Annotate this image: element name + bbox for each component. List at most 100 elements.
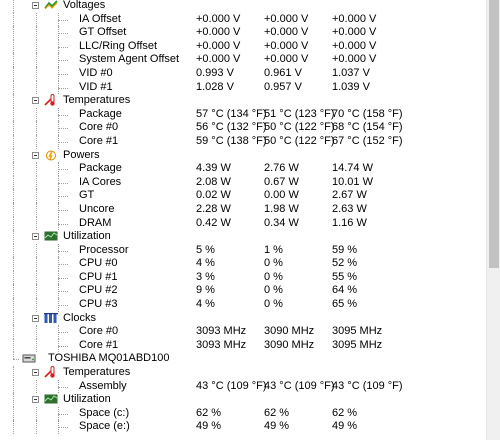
current-value: 2.28 W — [196, 202, 231, 215]
tree-line — [36, 80, 37, 95]
maximum-value: +0.000 V — [332, 12, 377, 25]
minimum-value: +0.000 V — [264, 12, 309, 25]
maximum-value: +0.000 V — [332, 39, 377, 52]
maximum-value: 68 °C (154 °F) — [332, 121, 403, 134]
maximum-value: 3095 MHz — [332, 325, 383, 338]
sensor-label: VID #0 — [79, 66, 113, 79]
current-value: 0.42 W — [196, 216, 231, 229]
group-label: Utilization — [63, 393, 111, 406]
tree-line — [58, 332, 68, 334]
sensor-row[interactable]: Core #0 56 °C (132 °F) 50 °C (122 °F) 68 °C… — [0, 121, 486, 135]
tree-line — [58, 345, 68, 347]
group-row[interactable]: Utilization — [0, 230, 486, 244]
device-row[interactable]: TOSHIBA MQ01ABD100 — [0, 352, 486, 366]
sensor-row[interactable]: IA Cores 2.08 W 0.67 W 10.01 W — [0, 175, 486, 190]
tree-line — [13, 121, 14, 135]
sensor-row[interactable]: Package 4.39 W 2.76 W 14.74 W — [0, 162, 486, 176]
group-row[interactable]: Temperatures — [0, 366, 486, 380]
group-row[interactable]: Temperatures — [0, 94, 486, 108]
sensor-label: CPU #1 — [79, 270, 118, 283]
tree-line — [13, 230, 14, 244]
tree-line — [13, 202, 14, 217]
tree-line — [36, 216, 37, 231]
group-row[interactable]: Voltages — [0, 0, 486, 13]
tree-line — [13, 53, 14, 67]
tree-line — [36, 338, 37, 353]
tree-line — [36, 12, 37, 27]
minimum-value: 62 % — [264, 406, 290, 419]
sensor-row[interactable]: LLC/Ring Offset +0.000 V +0.000 V +0.000 V — [0, 39, 486, 54]
collapse-toggle-icon[interactable] — [32, 233, 39, 241]
minimum-value: 0.961 V — [264, 66, 302, 79]
sensor-row[interactable]: CPU #1 3 % 0 % 55 % — [0, 270, 486, 285]
tree-line — [13, 406, 14, 421]
sensor-row[interactable]: Core #1 59 °C (138 °F) 50 °C (122 °F) 67 °C… — [0, 134, 486, 149]
sensor-row[interactable]: Core #1 3093 MHz 3090 MHz 3095 MHz — [0, 338, 486, 353]
tree-line — [13, 148, 14, 163]
sensor-row[interactable]: Core #0 3093 MHz 3090 MHz 3095 MHz — [0, 325, 486, 339]
scrollbar-thumb[interactable] — [489, 0, 499, 268]
sensor-row[interactable]: GT 0.02 W 0.00 W 2.67 W — [0, 189, 486, 203]
tree-line — [13, 26, 14, 40]
sensor-label: Core #1 — [79, 134, 119, 147]
thermometer-icon — [44, 366, 58, 378]
device-label: TOSHIBA MQ01ABD100 — [48, 352, 170, 365]
tree-line — [36, 39, 37, 54]
sensor-label: Core #0 — [79, 325, 119, 338]
thermometer-icon — [44, 94, 58, 106]
minimum-value: 0 % — [264, 298, 283, 311]
voltage-icon — [44, 0, 58, 11]
collapse-toggle-icon[interactable] — [32, 369, 39, 377]
group-row[interactable]: Powers — [0, 148, 486, 163]
tree-line — [13, 39, 14, 54]
collapse-toggle-icon[interactable] — [32, 151, 39, 159]
minimum-value: +0.000 V — [264, 53, 309, 66]
tree-line — [13, 175, 14, 190]
tree-line — [36, 134, 37, 149]
collapse-toggle-icon[interactable] — [32, 314, 39, 322]
current-value: +0.000 V — [196, 26, 241, 39]
vertical-scrollbar[interactable] — [486, 0, 500, 440]
minimum-value: 0.67 W — [264, 175, 299, 188]
maximum-value: 2.63 W — [332, 202, 367, 215]
current-value: 4 % — [196, 257, 215, 270]
sensor-row[interactable]: Space (c:) 62 % 62 % 62 % — [0, 406, 486, 421]
sensor-label: DRAM — [79, 216, 112, 229]
sensor-row[interactable]: VID #1 1.028 V 0.957 V 1.039 V — [0, 80, 486, 95]
sensor-row[interactable]: GT Offset +0.000 V +0.000 V +0.000 V — [0, 26, 486, 40]
group-label: Utilization — [63, 230, 111, 243]
group-row[interactable]: Utilization — [0, 393, 486, 407]
sensor-label: Space (e:) — [79, 420, 130, 433]
sensor-row[interactable]: IA Offset +0.000 V +0.000 V +0.000 V — [0, 12, 486, 27]
tree-line — [13, 257, 14, 271]
sensor-row[interactable]: CPU #2 9 % 0 % 64 % — [0, 284, 486, 299]
sensor-row[interactable]: DRAM 0.42 W 0.34 W 1.16 W — [0, 216, 486, 231]
tree-line — [13, 107, 14, 122]
minimum-value: 50 °C (122 °F) — [264, 121, 335, 134]
tree-line — [13, 134, 14, 149]
sensor-row[interactable]: Space (e:) 49 % 49 % 49 % — [0, 420, 486, 434]
sensor-row[interactable]: Assembly 43 °C (109 °F) 43 °C (109 °F) 43 °… — [0, 379, 486, 394]
collapse-toggle-icon[interactable] — [32, 2, 39, 9]
group-row[interactable]: Clocks — [0, 311, 486, 326]
sensor-row[interactable]: VID #0 0.993 V 0.961 V 1.037 V — [0, 66, 486, 81]
collapse-toggle-icon[interactable] — [32, 97, 39, 105]
maximum-value: 2.67 W — [332, 189, 367, 202]
power-icon — [44, 149, 58, 161]
sensor-tree[interactable]: Voltages IA Offset +0.000 V +0.000 V +0.000 … — [0, 0, 486, 434]
sensor-row[interactable]: System Agent Offset +0.000 V +0.000 V +0.00… — [0, 53, 486, 67]
tree-line — [58, 264, 68, 266]
sensor-label: IA Cores — [79, 175, 122, 188]
sensor-row[interactable]: CPU #0 4 % 0 % 52 % — [0, 257, 486, 271]
collapse-toggle-icon[interactable] — [32, 396, 39, 404]
group-label: Clocks — [63, 311, 97, 324]
tree-line — [36, 243, 37, 258]
sensor-row[interactable]: Uncore 2.28 W 1.98 W 2.63 W — [0, 202, 486, 217]
tree-line — [58, 291, 68, 293]
sensor-row[interactable]: CPU #3 4 % 0 % 65 % — [0, 298, 486, 312]
tree-line — [58, 277, 68, 279]
sensor-row[interactable]: Processor 5 % 1 % 59 % — [0, 243, 486, 258]
sensor-row[interactable]: Package 57 °C (134 °F) 51 °C (123 °F) 70 °C… — [0, 107, 486, 122]
tree-line — [13, 311, 14, 326]
group-label: Temperatures — [63, 94, 131, 107]
